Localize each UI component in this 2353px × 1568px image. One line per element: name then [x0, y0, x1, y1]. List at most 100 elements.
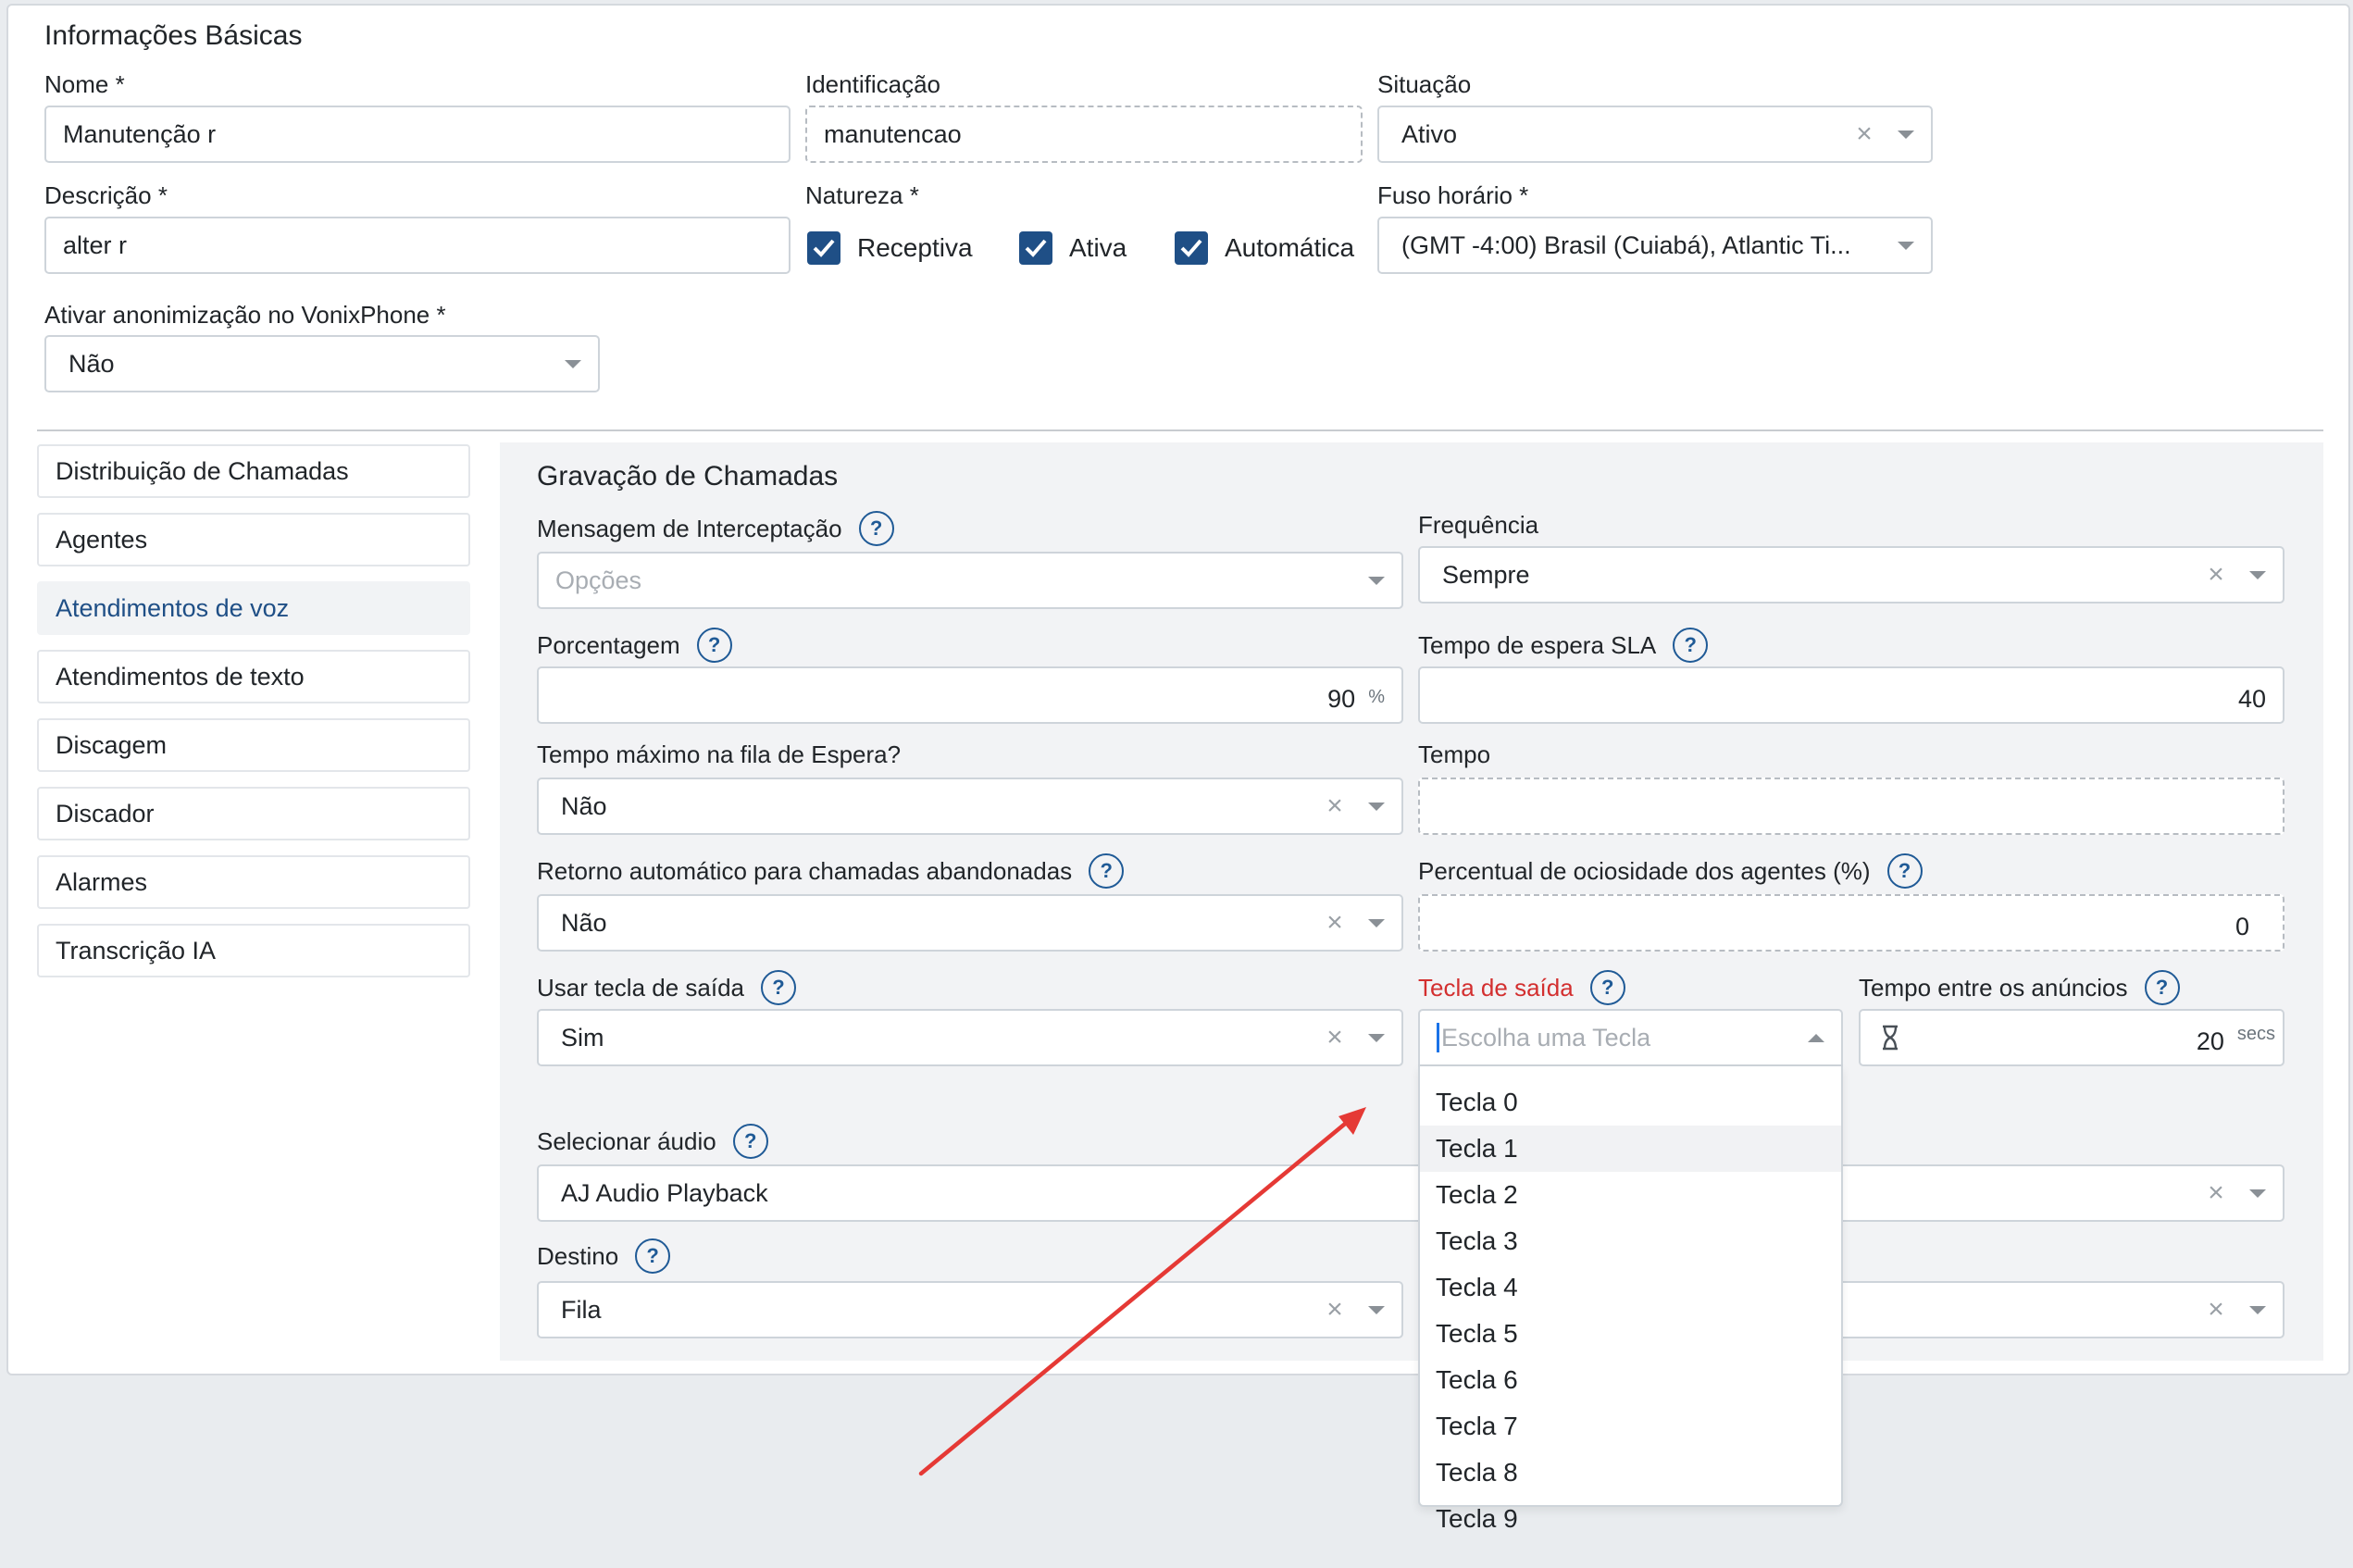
help-icon[interactable]: ? — [858, 511, 894, 546]
sla-input[interactable]: 40 — [1418, 666, 2285, 724]
tecla-saida-label-text: Tecla de saída — [1418, 973, 1574, 1002]
sidebar-item-atendimentos-texto[interactable]: Atendimentos de texto — [37, 650, 470, 703]
chevron-down-icon — [1368, 918, 1385, 927]
sidebar-item-discagem[interactable]: Discagem — [37, 718, 470, 772]
checkmark-icon — [1019, 231, 1052, 265]
checkbox-automatica[interactable]: Automática — [1175, 231, 1354, 265]
dropdown-option-tecla-9[interactable]: Tecla 9 — [1420, 1496, 1841, 1542]
chevron-down-icon — [1368, 802, 1385, 811]
checkbox-ativa-label: Ativa — [1069, 233, 1127, 262]
mensagem-placeholder: Opções — [555, 566, 642, 594]
retorno-select[interactable]: Não × — [537, 894, 1403, 952]
chevron-down-icon — [2249, 570, 2266, 579]
dropdown-option-tecla-2[interactable]: Tecla 2 — [1420, 1172, 1841, 1218]
sidebar-item-discador[interactable]: Discador — [37, 787, 470, 840]
ociosidade-label-text: Percentual de ociosidade dos agentes (%) — [1418, 856, 1871, 885]
checkmark-icon — [1175, 231, 1208, 265]
ociosidade-input[interactable]: 0 — [1418, 894, 2285, 952]
clear-icon[interactable]: × — [1322, 1294, 1348, 1325]
situacao-value: Ativo — [1401, 119, 1458, 148]
tempo-anuncios-label: Tempo entre os anúncios ? — [1859, 970, 2180, 1005]
descricao-value: alter r — [63, 230, 128, 259]
natureza-label: Natureza * — [805, 181, 919, 209]
clear-icon[interactable]: × — [2203, 1177, 2229, 1209]
help-icon[interactable]: ? — [1886, 853, 1923, 889]
anonimizacao-label: Ativar anonimização no VonixPhone * — [44, 301, 446, 329]
help-icon[interactable]: ? — [1673, 628, 1709, 663]
retorno-value: Não — [561, 908, 607, 937]
dropdown-option-tecla-7[interactable]: Tecla 7 — [1420, 1403, 1841, 1450]
tempo-label: Tempo — [1418, 740, 1491, 768]
tempo-anuncios-label-text: Tempo entre os anúncios — [1859, 973, 2128, 1002]
tempo-input[interactable] — [1418, 778, 2285, 835]
hourglass-icon — [1881, 1025, 1899, 1051]
checkbox-receptiva[interactable]: Receptiva — [807, 231, 973, 265]
frequencia-select[interactable]: Sempre × — [1418, 546, 2285, 604]
dropdown-option-tecla-1[interactable]: Tecla 1 — [1420, 1126, 1841, 1172]
identificacao-input[interactable]: manutencao — [805, 106, 1363, 163]
nome-label: Nome * — [44, 70, 125, 98]
checkbox-ativa[interactable]: Ativa — [1019, 231, 1127, 265]
tempo-anuncios-input[interactable]: 20 secs — [1859, 1009, 2285, 1066]
help-icon[interactable]: ? — [635, 1238, 671, 1274]
sidebar-item-atendimentos-voz[interactable]: Atendimentos de voz — [37, 581, 470, 635]
ociosidade-label: Percentual de ociosidade dos agentes (%)… — [1418, 853, 1923, 889]
section-title-basic: Informações Básicas — [44, 20, 303, 51]
sidebar-item-distribuicao[interactable]: Distribuição de Chamadas — [37, 444, 470, 498]
sidebar-item-agentes[interactable]: Agentes — [37, 513, 470, 566]
retorno-label: Retorno automático para chamadas abandon… — [537, 853, 1125, 889]
sidebar-item-alarmes[interactable]: Alarmes — [37, 855, 470, 909]
descricao-input[interactable]: alter r — [44, 217, 791, 274]
help-icon[interactable]: ? — [2144, 970, 2180, 1005]
clear-icon[interactable]: × — [1322, 790, 1348, 822]
chevron-down-icon — [1368, 1305, 1385, 1314]
help-icon[interactable]: ? — [732, 1124, 768, 1159]
clear-icon[interactable]: × — [2203, 559, 2229, 591]
situacao-select[interactable]: Ativo × — [1377, 106, 1933, 163]
clear-icon[interactable]: × — [2203, 1294, 2229, 1325]
fuso-select[interactable]: (GMT -4:00) Brasil (Cuiabá), Atlantic Ti… — [1377, 217, 1933, 274]
dropdown-option-tecla-3[interactable]: Tecla 3 — [1420, 1218, 1841, 1264]
destino-label: Destino ? — [537, 1238, 671, 1274]
chevron-down-icon — [1368, 1033, 1385, 1042]
usar-tecla-select[interactable]: Sim × — [537, 1009, 1403, 1066]
tecla-saida-placeholder: Escolha uma Tecla — [1441, 1023, 1651, 1052]
mensagem-select[interactable]: Opções — [537, 552, 1403, 609]
clear-icon[interactable]: × — [1322, 1022, 1348, 1053]
help-icon[interactable]: ? — [761, 970, 797, 1005]
text-cursor — [1437, 1023, 1439, 1052]
tempo-max-label: Tempo máximo na fila de Espera? — [537, 740, 902, 768]
anonimizacao-value: Não — [68, 349, 115, 378]
frequencia-label: Frequência — [1418, 511, 1539, 539]
porcentagem-value: 90 — [1327, 684, 1356, 713]
dropdown-option-tecla-0[interactable]: Tecla 0 — [1420, 1079, 1841, 1126]
frequencia-value: Sempre — [1442, 560, 1530, 589]
sidebar-item-transcricao[interactable]: Transcrição IA — [37, 924, 470, 977]
sla-value: 40 — [2237, 684, 2266, 713]
destino-select[interactable]: Fila × — [537, 1281, 1403, 1338]
mensagem-label-text: Mensagem de Interceptação — [537, 514, 842, 542]
checkbox-receptiva-label: Receptiva — [857, 233, 973, 262]
nome-input[interactable]: Manutenção r — [44, 106, 791, 163]
clear-icon[interactable]: × — [1322, 907, 1348, 939]
retorno-label-text: Retorno automático para chamadas abandon… — [537, 856, 1073, 885]
dropdown-option-tecla-4[interactable]: Tecla 4 — [1420, 1264, 1841, 1311]
tempo-anuncios-value: 20 — [2196, 1027, 2224, 1055]
anonimizacao-select[interactable]: Não — [44, 335, 600, 392]
destino-label-text: Destino — [537, 1241, 619, 1270]
help-icon[interactable]: ? — [1089, 853, 1125, 889]
dropdown-option-tecla-8[interactable]: Tecla 8 — [1420, 1450, 1841, 1496]
help-icon[interactable]: ? — [1589, 970, 1625, 1005]
porcentagem-input[interactable]: 90 % — [537, 666, 1403, 724]
checkbox-automatica-label: Automática — [1225, 233, 1355, 262]
dropdown-option-tecla-6[interactable]: Tecla 6 — [1420, 1357, 1841, 1403]
help-icon[interactable]: ? — [696, 628, 732, 663]
situacao-label: Situação — [1377, 70, 1472, 98]
dropdown-option-tecla-5[interactable]: Tecla 5 — [1420, 1311, 1841, 1357]
audio-select[interactable]: AJ Audio Playback × — [537, 1164, 2285, 1222]
tecla-saida-select[interactable]: Escolha uma Tecla — [1418, 1009, 1843, 1066]
chevron-down-icon — [2249, 1188, 2266, 1198]
percent-unit: % — [1368, 687, 1385, 707]
clear-icon[interactable]: × — [1851, 118, 1877, 150]
tempo-max-select[interactable]: Não × — [537, 778, 1403, 835]
